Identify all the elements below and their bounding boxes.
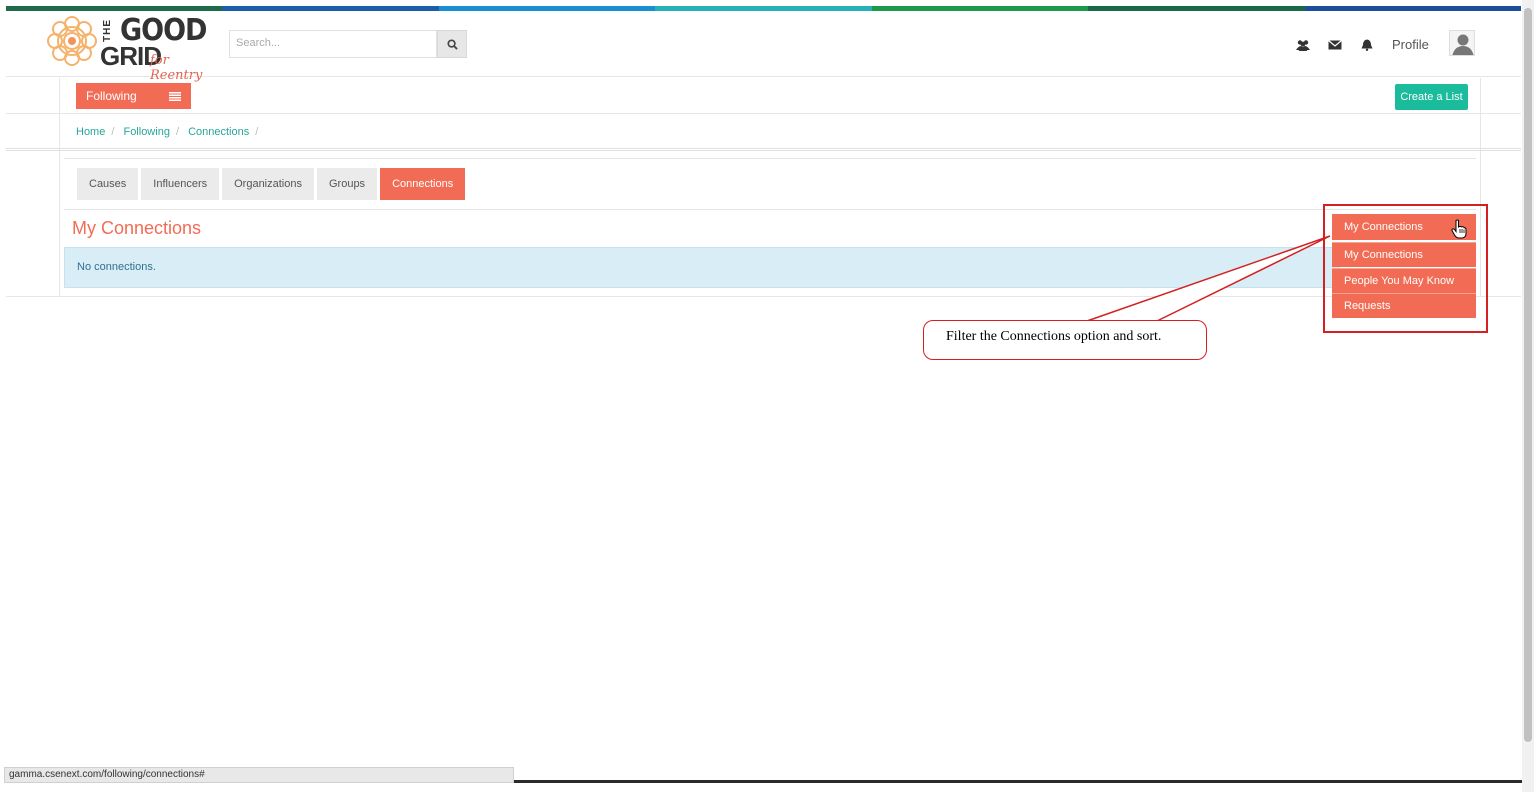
tab-causes[interactable]: Causes: [77, 168, 139, 200]
status-bar-url: gamma.csenext.com/following/connections#: [4, 767, 514, 783]
site-logo[interactable]: THE GOOD GRID for Reentry: [44, 13, 216, 83]
content-left-border: [59, 78, 60, 296]
envelope-icon[interactable]: [1328, 39, 1342, 51]
bottom-edge: [514, 780, 1522, 783]
annotation-callout: Filter the Connections option and sort.: [923, 320, 1207, 360]
filter-option-requests[interactable]: Requests: [1332, 293, 1476, 318]
logo-the-text: THE: [102, 19, 113, 42]
tab-groups[interactable]: Groups: [316, 168, 378, 200]
tab-connections[interactable]: Connections: [380, 168, 466, 200]
search-placeholder: Search...: [236, 37, 281, 49]
empty-state-message: No connections.: [77, 261, 156, 273]
avatar[interactable]: [1449, 30, 1475, 56]
tabs-divider: [64, 209, 1476, 210]
page-toolbar: Following Create a List: [6, 78, 1521, 114]
scrollbar-thumb[interactable]: [1524, 8, 1532, 742]
filter-option-my-connections[interactable]: My Connections: [1332, 242, 1476, 267]
callout-pointer: [1086, 235, 1331, 322]
user-avatar-icon: [1450, 31, 1474, 55]
page-scrollbar[interactable]: [1522, 0, 1534, 792]
search-button[interactable]: [437, 30, 467, 58]
flower-logo-icon: [47, 16, 97, 66]
bell-icon[interactable]: [1360, 39, 1374, 51]
breadcrumb-connections[interactable]: Connections: [188, 126, 249, 138]
following-tabs: Causes Influencers Organizations Groups …: [77, 168, 466, 200]
search-icon: [446, 38, 458, 50]
filter-option-people-you-may-know[interactable]: People You May Know: [1332, 268, 1476, 293]
breadcrumb-separator: /: [255, 126, 259, 138]
breadcrumb-home[interactable]: Home: [76, 126, 105, 138]
breadcrumb-separator: /: [175, 126, 179, 138]
breadcrumb-divider: [6, 148, 1521, 151]
annotation-callout-text: Filter the Connections option and sort.: [946, 329, 1162, 344]
tab-influencers[interactable]: Influencers: [141, 168, 220, 200]
search-input[interactable]: Search...: [229, 30, 437, 58]
page-title: My Connections: [72, 218, 202, 238]
following-menu-label: Following: [86, 89, 137, 103]
empty-state-alert: No connections.: [64, 247, 1340, 288]
content-top-divider: [64, 158, 1476, 159]
following-menu-button[interactable]: Following: [76, 83, 191, 109]
profile-link[interactable]: Profile: [1392, 37, 1429, 52]
list-icon: [169, 92, 181, 101]
hand-pointer-icon: [1451, 219, 1467, 239]
breadcrumb-following[interactable]: Following: [123, 126, 169, 138]
breadcrumb: Home / Following / Connections /: [76, 126, 264, 138]
site-header: THE GOOD GRID for Reentry Search... Prof…: [6, 11, 1521, 83]
content-bottom-divider: [6, 296, 1521, 297]
breadcrumb-separator: /: [111, 126, 115, 138]
users-icon[interactable]: [1296, 39, 1310, 51]
create-list-button[interactable]: Create a List: [1395, 84, 1468, 110]
tab-organizations[interactable]: Organizations: [222, 168, 314, 200]
